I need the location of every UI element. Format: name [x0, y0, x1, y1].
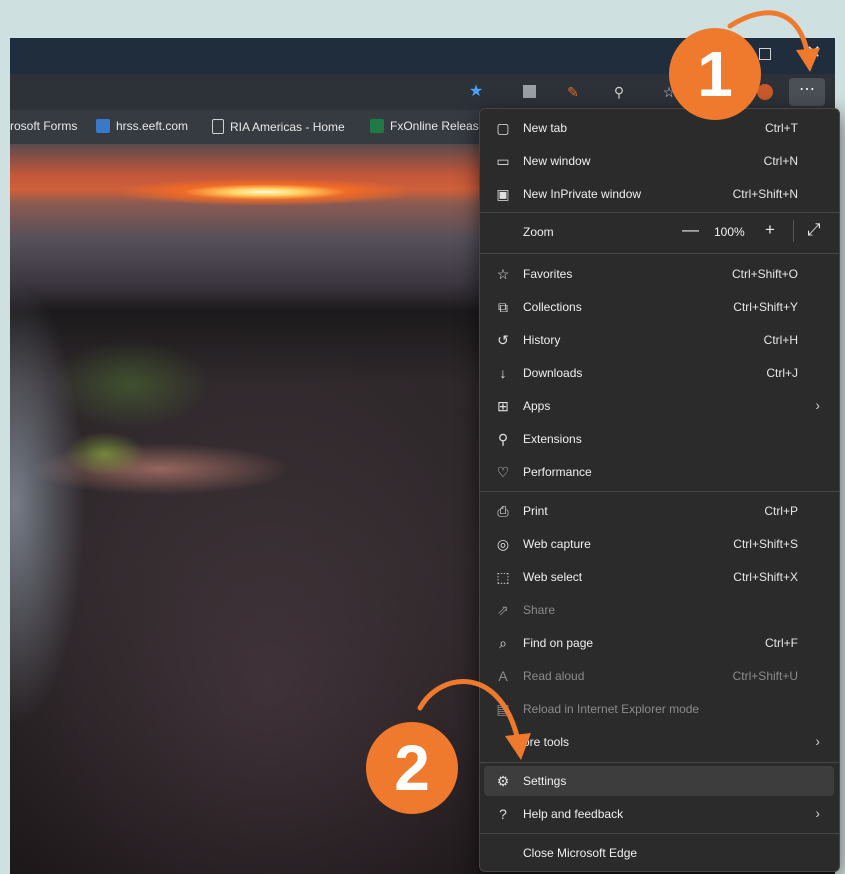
- step-1-badge: 1: [669, 28, 761, 120]
- step-2-badge: 2: [366, 722, 458, 814]
- arrowhead-1: [796, 48, 820, 72]
- arrowhead-2: [505, 733, 531, 760]
